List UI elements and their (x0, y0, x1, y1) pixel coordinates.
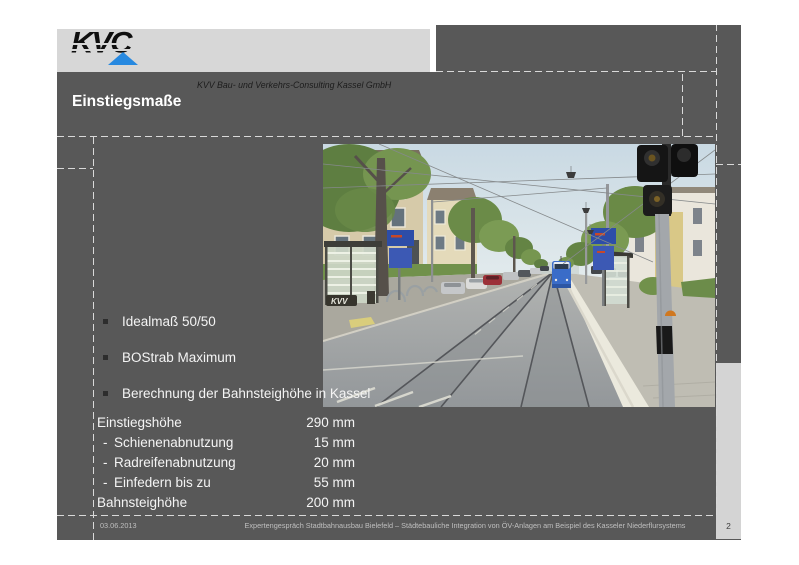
bullet-square-icon (103, 319, 108, 324)
street-photo: KVV (323, 144, 715, 407)
company-name: KVV Bau- und Verkehrs-Consulting Kassel … (197, 80, 392, 90)
bullet-item: Berechnung der Bahnsteighöhe in Kassel (103, 386, 370, 402)
measurement-table: Einstiegshöhe 290 mm - Schienenabnutzung… (97, 413, 355, 513)
row-label: Bahnsteighöhe (97, 495, 188, 510)
footer-text: Expertengespräch Stadtbahnausbau Bielefe… (244, 521, 686, 530)
guide-line (716, 164, 741, 165)
table-row: Einstiegshöhe 290 mm (97, 413, 355, 433)
row-value: 200 mm (306, 495, 355, 510)
bullet-item: Idealmaß 50/50 (103, 314, 216, 330)
row-label: Einstiegshöhe (97, 415, 182, 430)
svg-text:KVV: KVV (331, 297, 348, 306)
guide-line (682, 72, 683, 136)
row-label: Schienenabnutzung (114, 435, 234, 450)
bullet-label: BOStrab Maximum (122, 350, 237, 365)
footer-date: 03.06.2013 (100, 521, 137, 530)
logo-stripe (69, 49, 137, 51)
guide-line (93, 136, 94, 540)
top-right-dark-band (436, 25, 741, 72)
row-dash: - (103, 475, 108, 490)
bullet-label: Berechnung der Bahnsteighöhe in Kassel (122, 386, 371, 401)
guide-line (57, 515, 716, 516)
guide-line (716, 25, 717, 515)
page-number: 2 (726, 521, 731, 531)
table-row: - Radreifenabnutzung 20 mm (97, 453, 355, 473)
row-value: 15 mm (313, 435, 355, 450)
table-row: - Einfedern bis zu 55 mm (97, 473, 355, 493)
row-value: 55 mm (313, 475, 355, 490)
row-value: 290 mm (306, 415, 355, 430)
table-row: Bahnsteighöhe 200 mm (97, 493, 355, 513)
logo-triangle-icon (108, 52, 138, 65)
row-dash: - (103, 455, 108, 470)
page-title: Einstiegsmaße (72, 93, 182, 110)
guide-line (57, 136, 716, 137)
slide-page: KVC KVV Bau- und Verkehrs-Consulting Kas… (0, 0, 799, 565)
right-light-column (716, 363, 741, 539)
table-row: - Schienenabnutzung 15 mm (97, 433, 355, 453)
kvc-logo: KVC (69, 26, 191, 71)
logo-stripe (69, 43, 137, 45)
guide-line (57, 168, 93, 169)
guide-line (436, 71, 716, 72)
bullet-label: Idealmaß 50/50 (122, 314, 216, 329)
catenary-pole (431, 200, 434, 282)
bench: KVV (326, 295, 357, 306)
bullet-item: BOStrab Maximum (103, 350, 236, 366)
row-label: Einfedern bis zu (114, 475, 211, 490)
bullet-square-icon (103, 355, 108, 360)
row-value: 20 mm (313, 455, 355, 470)
row-label: Radreifenabnutzung (114, 455, 236, 470)
litter-bin (367, 291, 375, 304)
bullet-square-icon (103, 391, 108, 396)
row-dash: - (103, 435, 108, 450)
header-band: KVC KVV Bau- und Verkehrs-Consulting Kas… (57, 26, 430, 90)
